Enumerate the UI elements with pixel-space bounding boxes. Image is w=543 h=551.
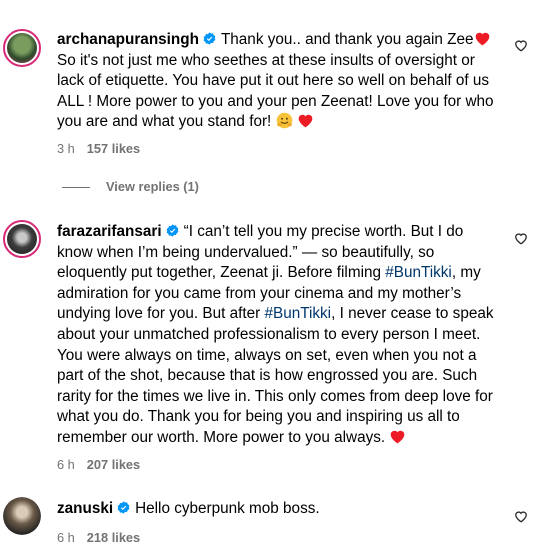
replies-divider (62, 187, 90, 189)
avatar[interactable] (3, 29, 41, 67)
view-replies-label: View replies (1) (106, 179, 199, 194)
username[interactable]: archanapuransingh (57, 31, 199, 48)
comment-meta: 6 h 218 likes (57, 530, 140, 545)
red-heart-emoji (475, 32, 489, 46)
verified-badge-icon (166, 224, 178, 237)
avatar[interactable] (3, 220, 41, 258)
heart-outline-icon[interactable] (514, 510, 528, 523)
like-count[interactable]: 157 likes (87, 141, 140, 156)
heart-outline-icon[interactable] (514, 39, 528, 52)
hashtag-link[interactable]: #BunTikki (264, 305, 331, 322)
username[interactable]: zanuski (57, 500, 113, 517)
comment-meta: 6 h 207 likes (57, 457, 140, 472)
timestamp: 6 h (57, 457, 75, 472)
username[interactable]: farazarifansari (57, 223, 162, 240)
comment-text: Thank you.. and thank you again Zee (220, 31, 474, 48)
like-count[interactable]: 207 likes (87, 457, 140, 472)
timestamp: 6 h (57, 530, 75, 545)
comment-meta: 3 h 157 likes (57, 141, 140, 156)
comment-body: zanuski Hello cyberpunk mob boss. (57, 499, 497, 520)
verified-badge-icon (203, 32, 216, 45)
hugging-face-emoji (276, 113, 292, 129)
verified-badge-icon (117, 501, 130, 514)
comment-body: farazarifansari “I can’t tell you my prec… (57, 222, 497, 449)
heart-outline-icon[interactable] (514, 232, 528, 245)
hashtag-link[interactable]: #BunTikki (385, 264, 452, 281)
like-count[interactable]: 218 likes (87, 530, 140, 545)
red-heart-emoji (391, 430, 405, 444)
view-replies-button[interactable]: View replies (1) (62, 179, 199, 194)
timestamp: 3 h (57, 141, 75, 156)
comment-body: archanapuransingh Thank you.. and thank y… (57, 30, 497, 133)
comment-text: Hello cyberpunk mob boss. (135, 500, 320, 517)
avatar[interactable] (3, 497, 41, 535)
red-heart-emoji (298, 115, 313, 128)
comment-text: , I never cease to speak about your unma… (57, 305, 494, 446)
